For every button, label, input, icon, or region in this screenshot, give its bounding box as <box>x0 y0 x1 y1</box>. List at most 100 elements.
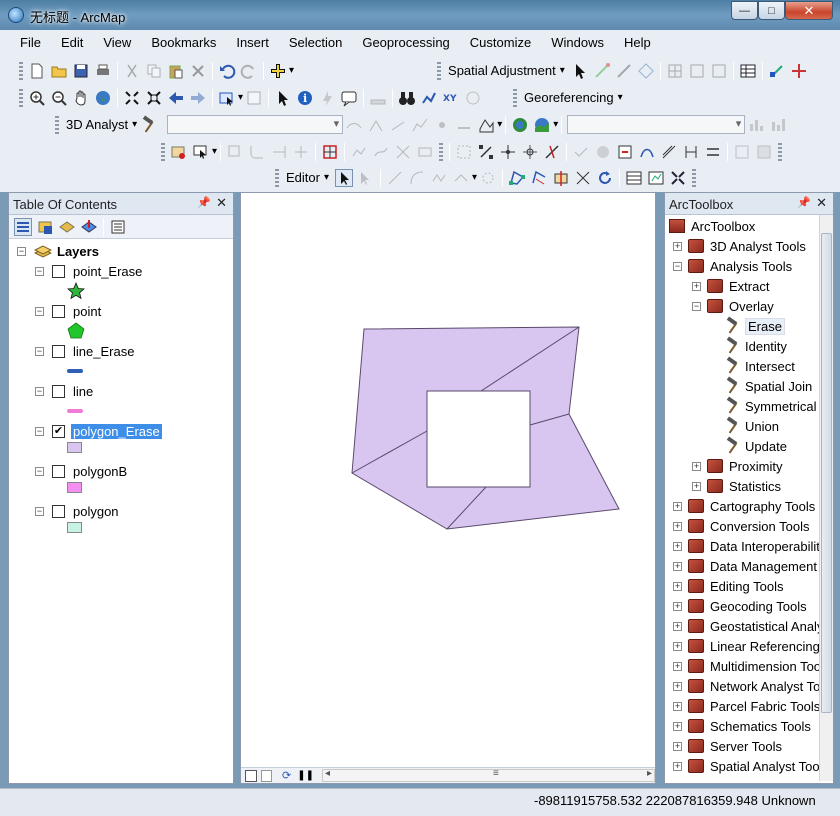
tool-spatial-join[interactable]: Spatial Join <box>711 376 812 396</box>
toolbar-grip[interactable] <box>437 61 442 80</box>
chevron-down-icon[interactable]: ▾ <box>618 92 623 103</box>
open-folder-icon[interactable] <box>50 62 68 80</box>
new-document-icon[interactable] <box>28 62 46 80</box>
expand-toggle[interactable]: + <box>673 521 682 531</box>
expand-toggle[interactable]: + <box>673 761 682 771</box>
validate-topology-icon[interactable] <box>572 143 590 161</box>
topology-select-icon[interactable] <box>455 143 473 161</box>
pin-icon[interactable]: 📌 <box>197 196 211 209</box>
toolbox-statistics[interactable]: + Statistics <box>692 476 781 496</box>
layers-root[interactable]: − Layers <box>17 241 99 261</box>
toolbar-grip[interactable] <box>778 142 783 161</box>
expand-toggle[interactable]: + <box>673 581 682 591</box>
collapse-toggle[interactable]: − <box>17 246 26 256</box>
layer-name[interactable]: line <box>71 384 95 399</box>
expand-toggle[interactable]: + <box>673 681 682 691</box>
vertical-scrollbar[interactable] <box>819 215 833 781</box>
toolbar-grip[interactable] <box>692 168 697 187</box>
line-of-sight-icon[interactable] <box>389 116 407 134</box>
minimize-button[interactable]: — <box>731 1 758 20</box>
multi-displacement-icon[interactable] <box>637 62 655 80</box>
delete-icon[interactable] <box>189 62 207 80</box>
toolbox-data-interoperability-tools[interactable]: + Data Interoperability Tools <box>673 536 833 556</box>
close-icon[interactable]: ✕ <box>816 195 827 211</box>
add-data-icon[interactable] <box>269 62 287 80</box>
cut-icon[interactable] <box>123 62 141 80</box>
chevron-down-icon[interactable]: ▾ <box>132 119 137 130</box>
attribute-transfer-icon[interactable] <box>704 143 722 161</box>
menu-help[interactable]: Help <box>612 33 659 53</box>
chevron-down-icon[interactable]: ▾ <box>324 172 329 183</box>
find-route-icon[interactable] <box>420 89 438 107</box>
toolbox-analysis-tools[interactable]: − Analysis Tools <box>673 256 792 276</box>
toolbox-extract[interactable]: + Extract <box>692 276 769 296</box>
straight-segment-icon[interactable] <box>386 169 404 187</box>
interpolate-line-icon[interactable] <box>455 116 473 134</box>
undo-icon[interactable] <box>218 62 236 80</box>
contour-icon[interactable] <box>345 116 363 134</box>
trace-icon[interactable] <box>430 169 448 187</box>
scroll-thumb[interactable] <box>821 233 832 713</box>
edge-match-icon[interactable] <box>682 143 700 161</box>
toolbox-proximity[interactable]: + Proximity <box>692 456 782 476</box>
layer-name[interactable]: polygonB <box>71 464 129 479</box>
map-view[interactable]: ⟳ ❚❚ ◂ ≡ ▸ <box>240 192 656 784</box>
paste-icon[interactable] <box>167 62 185 80</box>
toc-layer-polygonb[interactable]: − polygonB <box>35 461 129 481</box>
toolbar-options-icon[interactable] <box>790 62 808 80</box>
layer-name[interactable]: polygon_Erase <box>71 423 162 439</box>
arctoolbox-root[interactable]: ArcToolbox <box>669 216 755 236</box>
hammer-icon[interactable] <box>141 117 157 133</box>
layer-symbol-fill-icon[interactable] <box>67 482 82 493</box>
menu-bookmarks[interactable]: Bookmarks <box>139 33 224 53</box>
menu-customize[interactable]: Customize <box>458 33 539 53</box>
map-canvas[interactable] <box>241 193 655 767</box>
toolbox-schematics-tools[interactable]: + Schematics Tools <box>673 716 811 736</box>
expand-toggle[interactable]: + <box>692 461 701 471</box>
copy-icon[interactable] <box>145 62 163 80</box>
go-to-xy-icon[interactable]: XY <box>442 89 460 107</box>
expand-toggle[interactable]: + <box>673 741 682 751</box>
toolbox-geocoding-tools[interactable]: + Geocoding Tools <box>673 596 807 616</box>
toolbox-multidimension-tools[interactable]: + Multidimension Tools <box>673 656 830 676</box>
print-icon[interactable] <box>94 62 112 80</box>
copy-features-icon[interactable] <box>226 143 244 161</box>
modify-link-icon[interactable] <box>615 62 633 80</box>
chevron-down-icon[interactable]: ▾ <box>560 65 565 76</box>
time-slider-icon[interactable] <box>464 89 482 107</box>
select-elements-icon[interactable] <box>571 62 589 80</box>
scroll-right-icon[interactable]: ▸ <box>647 768 652 779</box>
line-intersection-icon[interactable] <box>394 143 412 161</box>
collapse-toggle[interactable]: − <box>35 466 44 476</box>
menu-geoprocessing[interactable]: Geoprocessing <box>350 33 457 53</box>
toolbox-overlay[interactable]: − Overlay <box>692 296 774 316</box>
chevron-down-icon[interactable]: ▾ <box>212 146 217 157</box>
toolbox-geostatistical-analyst-tools[interactable]: + Geostatistical Analyst Tools <box>673 616 833 636</box>
tool-identity[interactable]: Identity <box>711 336 787 356</box>
edit-annotation-icon[interactable] <box>357 169 375 187</box>
reshape-icon[interactable] <box>638 143 656 161</box>
layer-symbol-pentagon-icon[interactable] <box>67 322 85 342</box>
list-by-selection-icon[interactable] <box>80 218 98 236</box>
expand-toggle[interactable]: − <box>692 301 701 311</box>
layer-name[interactable]: line_Erase <box>71 344 136 359</box>
pin-icon[interactable]: 📌 <box>797 196 811 209</box>
layer-visibility-checkbox[interactable] <box>52 464 65 478</box>
menu-file[interactable]: File <box>8 33 49 53</box>
fixed-zoom-in-icon[interactable] <box>123 89 141 107</box>
adjust-icon[interactable] <box>688 62 706 80</box>
redo-icon[interactable] <box>240 62 258 80</box>
collapse-toggle[interactable]: − <box>35 346 44 356</box>
toc-layer-line-erase[interactable]: − line_Erase <box>35 341 136 361</box>
save-icon[interactable] <box>72 62 90 80</box>
toolbar-grip[interactable] <box>275 168 279 187</box>
edit-tool-icon[interactable] <box>335 168 353 187</box>
data-view-button[interactable] <box>245 769 257 782</box>
hyperlink-icon[interactable] <box>318 89 336 107</box>
toolbox-3d-analyst-tools[interactable]: +3D Analyst Tools <box>673 236 806 256</box>
toc-layer-point-erase[interactable]: − point_Erase <box>35 261 144 281</box>
layer-name[interactable]: point <box>71 304 103 319</box>
select-features-icon[interactable] <box>218 89 236 107</box>
go-forward-icon[interactable] <box>189 89 207 107</box>
new-displacement-link-icon[interactable] <box>593 62 611 80</box>
